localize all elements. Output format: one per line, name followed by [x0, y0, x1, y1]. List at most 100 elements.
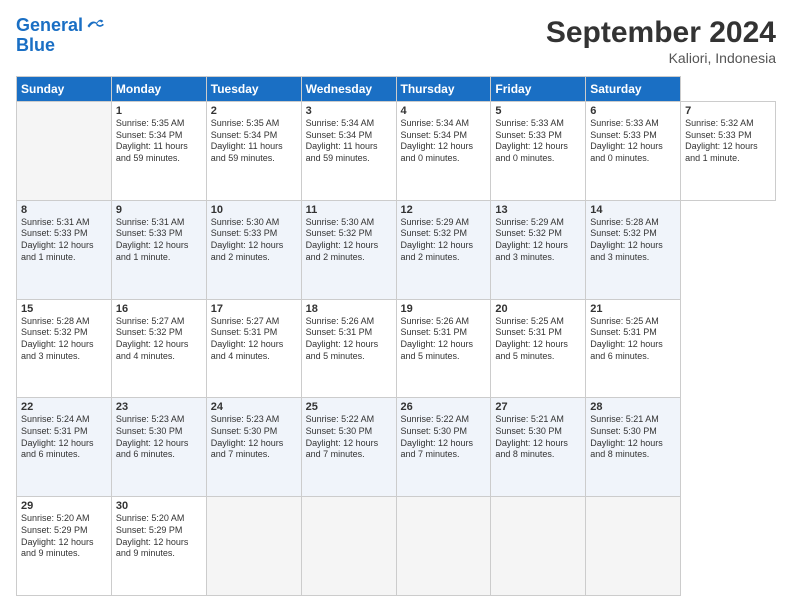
day-number: 6	[590, 105, 676, 117]
day-number: 28	[590, 401, 676, 413]
table-row: 22 Sunrise: 5:24 AMSunset: 5:31 PMDaylig…	[17, 398, 112, 497]
day-info: Sunrise: 5:25 AMSunset: 5:31 PMDaylight:…	[590, 316, 676, 363]
table-row: 13 Sunrise: 5:29 AMSunset: 5:32 PMDaylig…	[491, 200, 586, 299]
day-info: Sunrise: 5:24 AMSunset: 5:31 PMDaylight:…	[21, 414, 107, 461]
month-title: September 2024	[546, 16, 776, 50]
day-info: Sunrise: 5:29 AMSunset: 5:32 PMDaylight:…	[495, 217, 581, 264]
day-number: 20	[495, 303, 581, 315]
day-info: Sunrise: 5:31 AMSunset: 5:33 PMDaylight:…	[21, 217, 107, 264]
location: Kaliori, Indonesia	[546, 50, 776, 66]
day-info: Sunrise: 5:35 AMSunset: 5:34 PMDaylight:…	[211, 118, 297, 165]
day-info: Sunrise: 5:26 AMSunset: 5:31 PMDaylight:…	[306, 316, 392, 363]
header: General Blue September 2024 Kaliori, Ind…	[16, 16, 776, 66]
table-row: 8 Sunrise: 5:31 AMSunset: 5:33 PMDayligh…	[17, 200, 112, 299]
table-row: 23 Sunrise: 5:23 AMSunset: 5:30 PMDaylig…	[111, 398, 206, 497]
day-info: Sunrise: 5:26 AMSunset: 5:31 PMDaylight:…	[401, 316, 487, 363]
table-row: 10 Sunrise: 5:30 AMSunset: 5:33 PMDaylig…	[206, 200, 301, 299]
col-tuesday: Tuesday	[206, 77, 301, 102]
logo-text: General	[16, 16, 83, 36]
day-info: Sunrise: 5:23 AMSunset: 5:30 PMDaylight:…	[211, 414, 297, 461]
day-info: Sunrise: 5:22 AMSunset: 5:30 PMDaylight:…	[401, 414, 487, 461]
table-row: 30 Sunrise: 5:20 AMSunset: 5:29 PMDaylig…	[111, 497, 206, 596]
table-row: 16 Sunrise: 5:27 AMSunset: 5:32 PMDaylig…	[111, 299, 206, 398]
table-row: 12 Sunrise: 5:29 AMSunset: 5:32 PMDaylig…	[396, 200, 491, 299]
day-number: 9	[116, 204, 202, 216]
logo-subtext: Blue	[16, 36, 105, 56]
day-info: Sunrise: 5:34 AMSunset: 5:34 PMDaylight:…	[401, 118, 487, 165]
day-number: 5	[495, 105, 581, 117]
day-info: Sunrise: 5:22 AMSunset: 5:30 PMDaylight:…	[306, 414, 392, 461]
calendar-week-row: 29 Sunrise: 5:20 AMSunset: 5:29 PMDaylig…	[17, 497, 776, 596]
day-number: 19	[401, 303, 487, 315]
day-number: 11	[306, 204, 392, 216]
col-friday: Friday	[491, 77, 586, 102]
page: General Blue September 2024 Kaliori, Ind…	[0, 0, 792, 612]
day-info: Sunrise: 5:21 AMSunset: 5:30 PMDaylight:…	[495, 414, 581, 461]
table-row: 9 Sunrise: 5:31 AMSunset: 5:33 PMDayligh…	[111, 200, 206, 299]
table-row: 24 Sunrise: 5:23 AMSunset: 5:30 PMDaylig…	[206, 398, 301, 497]
title-area: September 2024 Kaliori, Indonesia	[546, 16, 776, 66]
day-info: Sunrise: 5:32 AMSunset: 5:33 PMDaylight:…	[685, 118, 771, 165]
day-number: 16	[116, 303, 202, 315]
calendar-week-row: 8 Sunrise: 5:31 AMSunset: 5:33 PMDayligh…	[17, 200, 776, 299]
day-info: Sunrise: 5:23 AMSunset: 5:30 PMDaylight:…	[116, 414, 202, 461]
day-info: Sunrise: 5:31 AMSunset: 5:33 PMDaylight:…	[116, 217, 202, 264]
day-number: 2	[211, 105, 297, 117]
day-number: 8	[21, 204, 107, 216]
day-info: Sunrise: 5:29 AMSunset: 5:32 PMDaylight:…	[401, 217, 487, 264]
table-row	[396, 497, 491, 596]
table-row: 18 Sunrise: 5:26 AMSunset: 5:31 PMDaylig…	[301, 299, 396, 398]
day-number: 4	[401, 105, 487, 117]
day-info: Sunrise: 5:27 AMSunset: 5:31 PMDaylight:…	[211, 316, 297, 363]
table-row: 2 Sunrise: 5:35 AMSunset: 5:34 PMDayligh…	[206, 102, 301, 201]
day-number: 14	[590, 204, 676, 216]
table-row: 28 Sunrise: 5:21 AMSunset: 5:30 PMDaylig…	[586, 398, 681, 497]
col-wednesday: Wednesday	[301, 77, 396, 102]
col-monday: Monday	[111, 77, 206, 102]
day-info: Sunrise: 5:30 AMSunset: 5:33 PMDaylight:…	[211, 217, 297, 264]
table-row: 27 Sunrise: 5:21 AMSunset: 5:30 PMDaylig…	[491, 398, 586, 497]
day-number: 23	[116, 401, 202, 413]
table-row: 15 Sunrise: 5:28 AMSunset: 5:32 PMDaylig…	[17, 299, 112, 398]
day-number: 25	[306, 401, 392, 413]
table-row	[206, 497, 301, 596]
day-info: Sunrise: 5:35 AMSunset: 5:34 PMDaylight:…	[116, 118, 202, 165]
table-row: 7 Sunrise: 5:32 AMSunset: 5:33 PMDayligh…	[681, 102, 776, 201]
day-info: Sunrise: 5:34 AMSunset: 5:34 PMDaylight:…	[306, 118, 392, 165]
table-row: 21 Sunrise: 5:25 AMSunset: 5:31 PMDaylig…	[586, 299, 681, 398]
day-number: 21	[590, 303, 676, 315]
table-row: 6 Sunrise: 5:33 AMSunset: 5:33 PMDayligh…	[586, 102, 681, 201]
day-number: 27	[495, 401, 581, 413]
day-number: 24	[211, 401, 297, 413]
day-info: Sunrise: 5:28 AMSunset: 5:32 PMDaylight:…	[21, 316, 107, 363]
day-number: 10	[211, 204, 297, 216]
day-number: 15	[21, 303, 107, 315]
table-row: 14 Sunrise: 5:28 AMSunset: 5:32 PMDaylig…	[586, 200, 681, 299]
table-row	[17, 102, 112, 201]
calendar-week-row: 1 Sunrise: 5:35 AMSunset: 5:34 PMDayligh…	[17, 102, 776, 201]
table-row: 20 Sunrise: 5:25 AMSunset: 5:31 PMDaylig…	[491, 299, 586, 398]
day-number: 12	[401, 204, 487, 216]
calendar-header-row: Sunday Monday Tuesday Wednesday Thursday…	[17, 77, 776, 102]
day-info: Sunrise: 5:25 AMSunset: 5:31 PMDaylight:…	[495, 316, 581, 363]
day-number: 7	[685, 105, 771, 117]
day-info: Sunrise: 5:30 AMSunset: 5:32 PMDaylight:…	[306, 217, 392, 264]
day-number: 1	[116, 105, 202, 117]
calendar-week-row: 22 Sunrise: 5:24 AMSunset: 5:31 PMDaylig…	[17, 398, 776, 497]
table-row: 17 Sunrise: 5:27 AMSunset: 5:31 PMDaylig…	[206, 299, 301, 398]
table-row: 25 Sunrise: 5:22 AMSunset: 5:30 PMDaylig…	[301, 398, 396, 497]
calendar-week-row: 15 Sunrise: 5:28 AMSunset: 5:32 PMDaylig…	[17, 299, 776, 398]
table-row: 19 Sunrise: 5:26 AMSunset: 5:31 PMDaylig…	[396, 299, 491, 398]
day-info: Sunrise: 5:21 AMSunset: 5:30 PMDaylight:…	[590, 414, 676, 461]
table-row	[586, 497, 681, 596]
col-sunday: Sunday	[17, 77, 112, 102]
table-row: 11 Sunrise: 5:30 AMSunset: 5:32 PMDaylig…	[301, 200, 396, 299]
day-info: Sunrise: 5:33 AMSunset: 5:33 PMDaylight:…	[590, 118, 676, 165]
day-number: 13	[495, 204, 581, 216]
table-row: 4 Sunrise: 5:34 AMSunset: 5:34 PMDayligh…	[396, 102, 491, 201]
day-info: Sunrise: 5:20 AMSunset: 5:29 PMDaylight:…	[116, 513, 202, 560]
day-number: 29	[21, 500, 107, 512]
logo-icon	[85, 16, 105, 36]
day-number: 22	[21, 401, 107, 413]
table-row: 1 Sunrise: 5:35 AMSunset: 5:34 PMDayligh…	[111, 102, 206, 201]
